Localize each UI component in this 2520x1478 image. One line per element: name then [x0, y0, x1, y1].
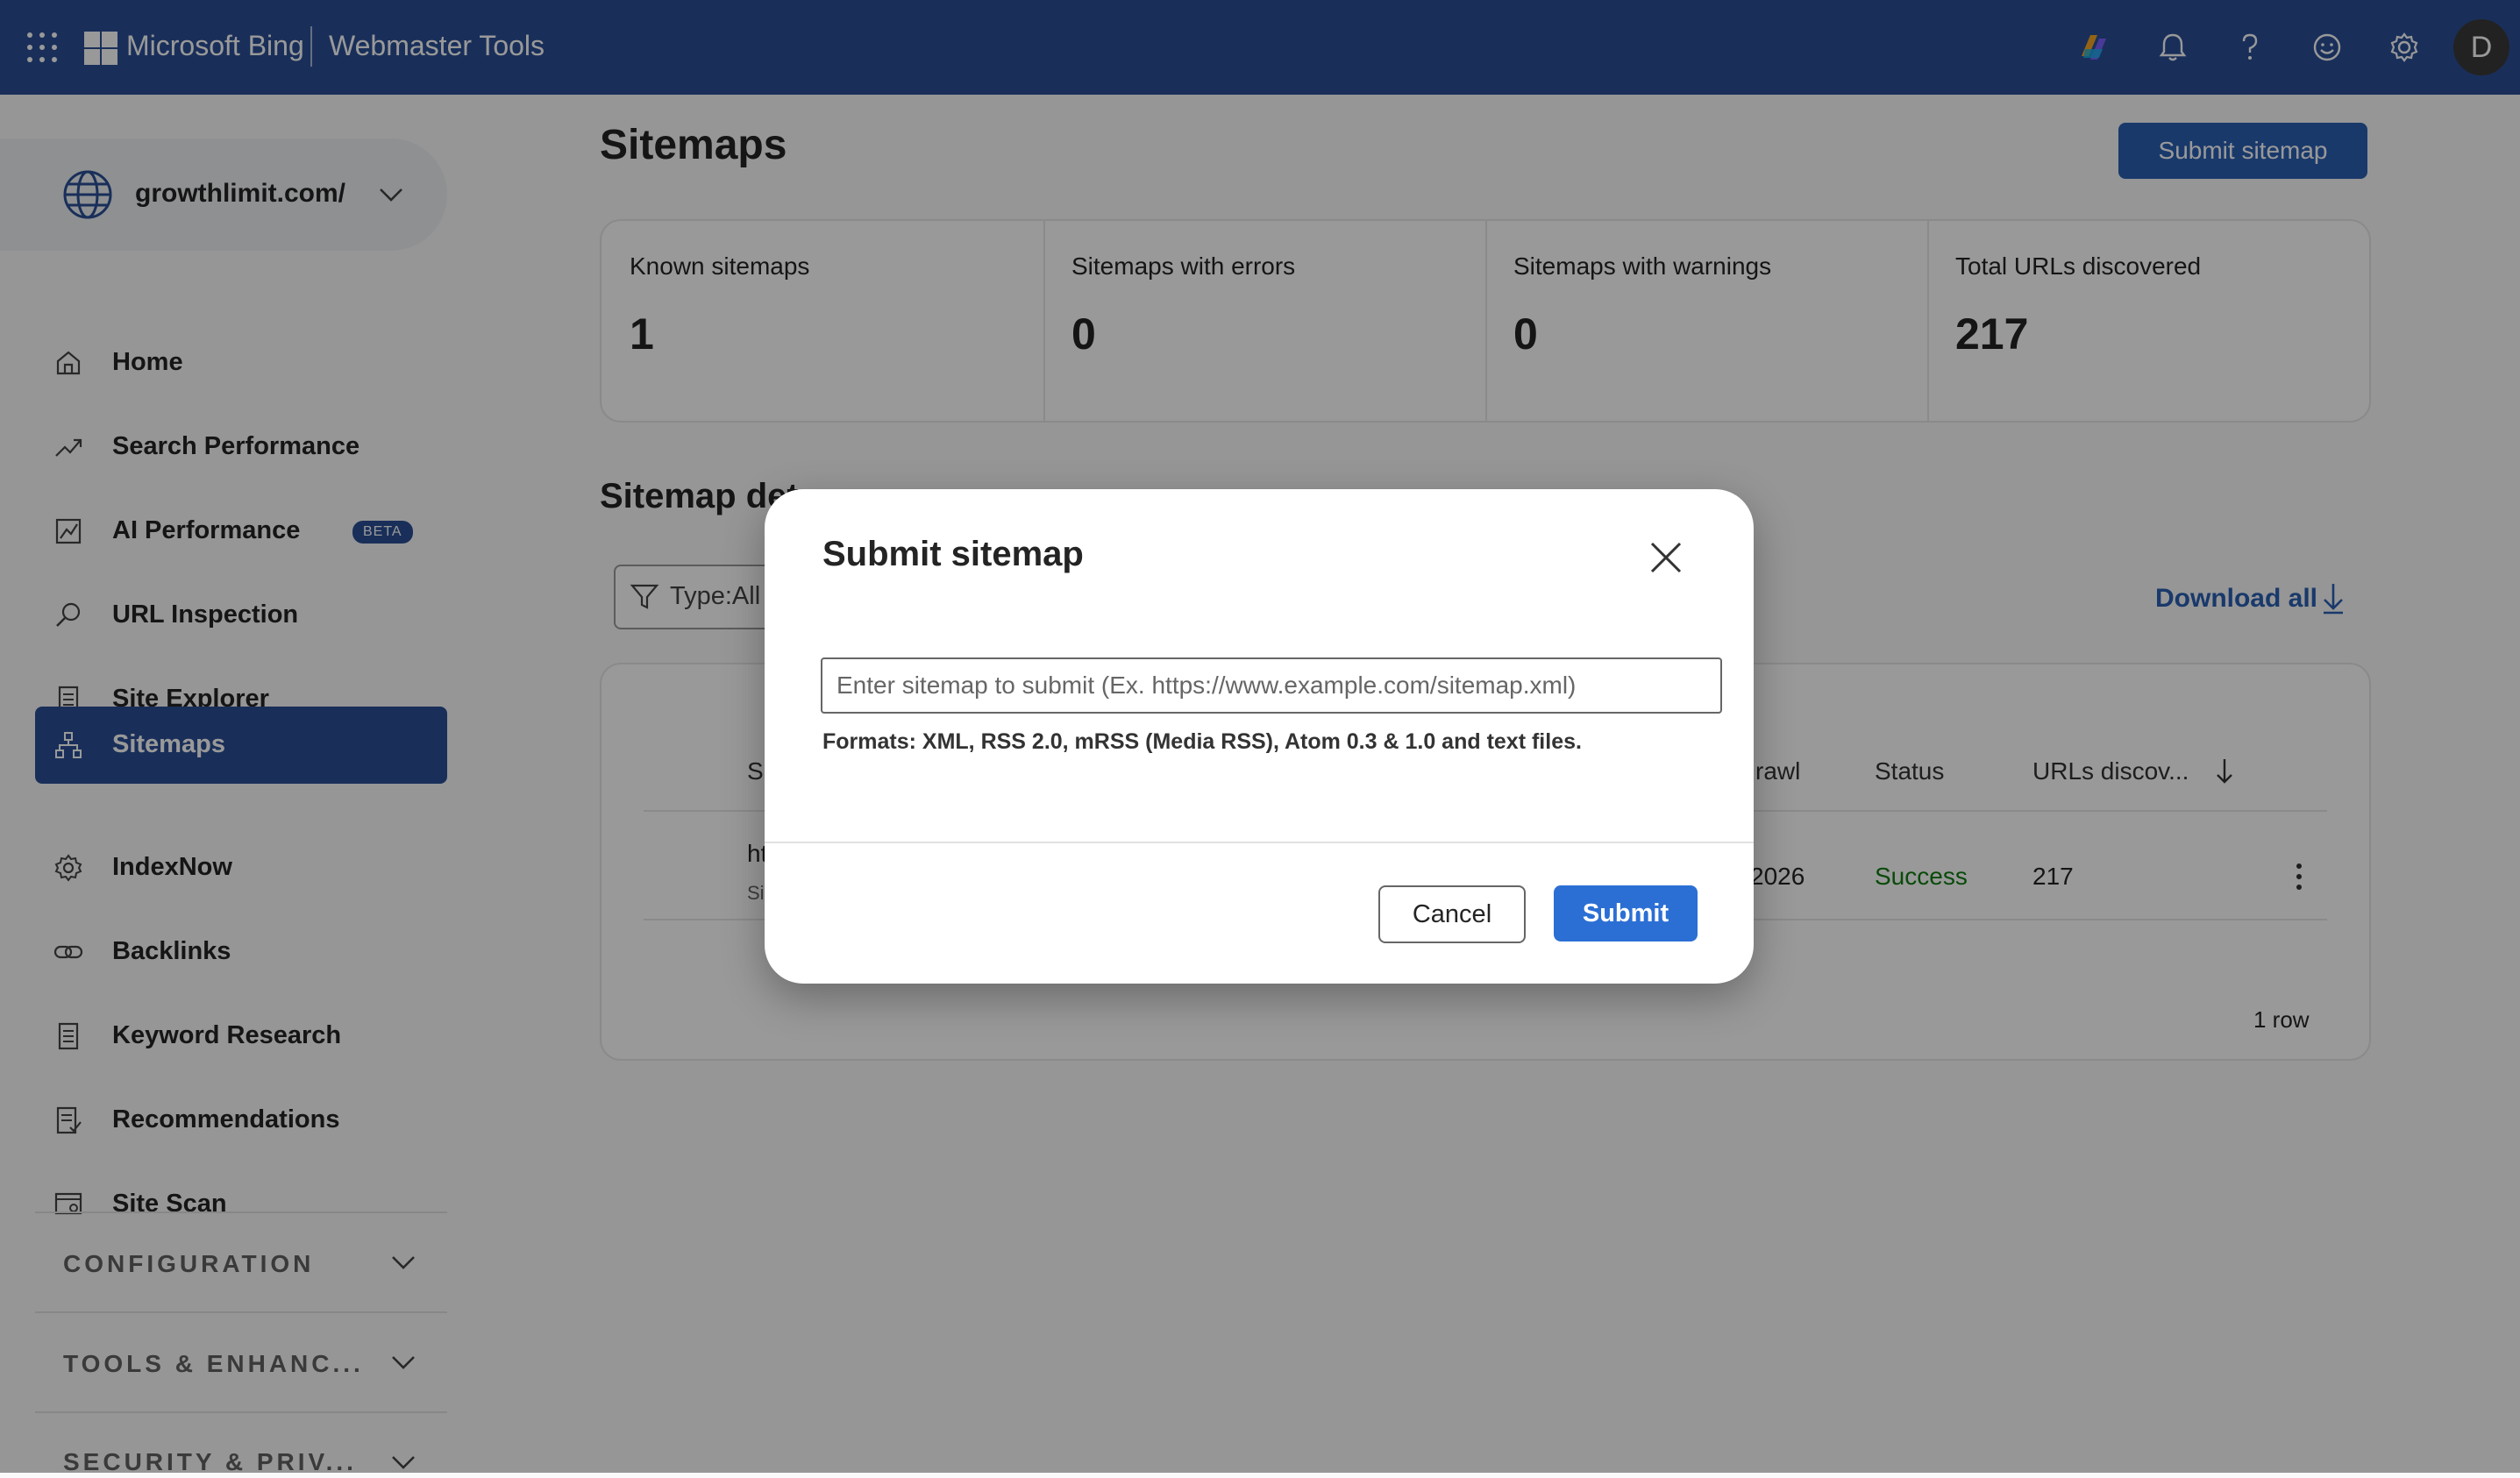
dialog-title: Submit sitemap	[822, 535, 1084, 573]
formats-note: Formats: XML, RSS 2.0, mRSS (Media RSS),…	[822, 729, 1582, 754]
close-icon[interactable]	[1648, 540, 1684, 575]
submit-button[interactable]: Submit	[1554, 885, 1698, 942]
dialog-divider	[765, 842, 1754, 843]
submit-sitemap-dialog: Submit sitemap Formats: XML, RSS 2.0, mR…	[765, 489, 1754, 984]
sitemap-url-input[interactable]	[821, 657, 1722, 714]
cancel-button[interactable]: Cancel	[1378, 885, 1526, 943]
